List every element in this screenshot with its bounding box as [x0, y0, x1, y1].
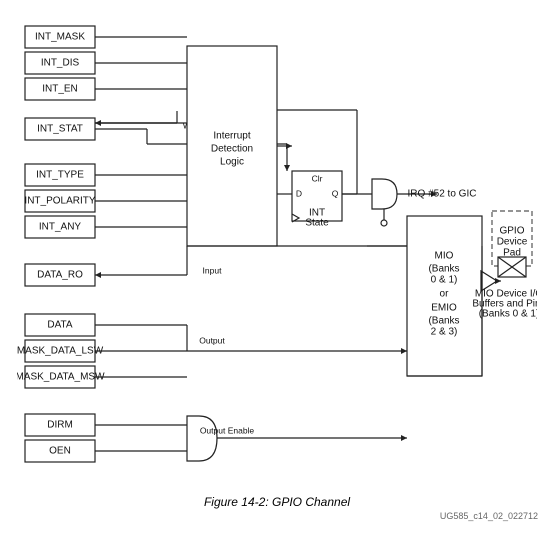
watermark-text: UG585_c14_02_022712	[16, 511, 538, 521]
svg-text:Q: Q	[332, 188, 339, 198]
svg-text:(Banks: (Banks	[428, 264, 459, 275]
svg-text:Output Enable: Output Enable	[200, 425, 255, 435]
svg-text:INT_ANY: INT_ANY	[39, 222, 82, 233]
svg-text:INT_STAT: INT_STAT	[37, 124, 83, 135]
svg-text:0 & 1): 0 & 1)	[431, 275, 458, 286]
svg-text:INT_POLARITY: INT_POLARITY	[24, 196, 95, 207]
svg-text:Output: Output	[199, 335, 225, 345]
svg-text:Clr: Clr	[312, 173, 323, 183]
svg-text:EMIO: EMIO	[431, 303, 457, 314]
svg-text:OEN: OEN	[49, 446, 71, 457]
svg-text:INT_EN: INT_EN	[42, 84, 78, 95]
svg-text:GPIO: GPIO	[499, 226, 524, 237]
svg-text:D: D	[296, 188, 302, 198]
svg-text:DATA: DATA	[47, 320, 73, 331]
svg-text:MASK_DATA_LSW: MASK_DATA_LSW	[17, 346, 104, 357]
svg-text:or: or	[440, 289, 450, 300]
diagram-caption: Figure 14-2: GPIO Channel	[204, 495, 350, 509]
figure-label: Figure 14-2:	[204, 495, 269, 509]
svg-text:DIRM: DIRM	[47, 420, 73, 431]
figure-title: GPIO Channel	[272, 495, 350, 509]
svg-text:Input: Input	[203, 265, 223, 275]
svg-text:State: State	[305, 218, 329, 229]
svg-text:INT_MASK: INT_MASK	[35, 32, 85, 43]
svg-text:DATA_RO: DATA_RO	[37, 270, 83, 281]
svg-text:MASK_DATA_MSW: MASK_DATA_MSW	[17, 372, 105, 383]
svg-text:2 & 3): 2 & 3)	[431, 327, 458, 338]
svg-text:INT_DIS: INT_DIS	[41, 58, 80, 69]
svg-text:Interrupt: Interrupt	[213, 131, 250, 142]
svg-text:Device: Device	[497, 237, 528, 248]
svg-text:(Banks: (Banks	[428, 316, 459, 327]
diagram-wrapper: .box { fill: #fff; stroke: #222; stroke-…	[17, 16, 537, 491]
svg-text:Logic: Logic	[220, 157, 244, 168]
circuit-diagram: .box { fill: #fff; stroke: #222; stroke-…	[17, 16, 537, 486]
svg-text:(Banks 0 & 1): (Banks 0 & 1)	[479, 309, 537, 320]
svg-text:IRQ #52 to GIC: IRQ #52 to GIC	[408, 189, 477, 200]
svg-text:INT_TYPE: INT_TYPE	[36, 170, 84, 181]
svg-text:Detection: Detection	[211, 144, 253, 155]
page-container: .box { fill: #fff; stroke: #222; stroke-…	[0, 0, 554, 537]
svg-text:MIO: MIO	[435, 251, 454, 262]
